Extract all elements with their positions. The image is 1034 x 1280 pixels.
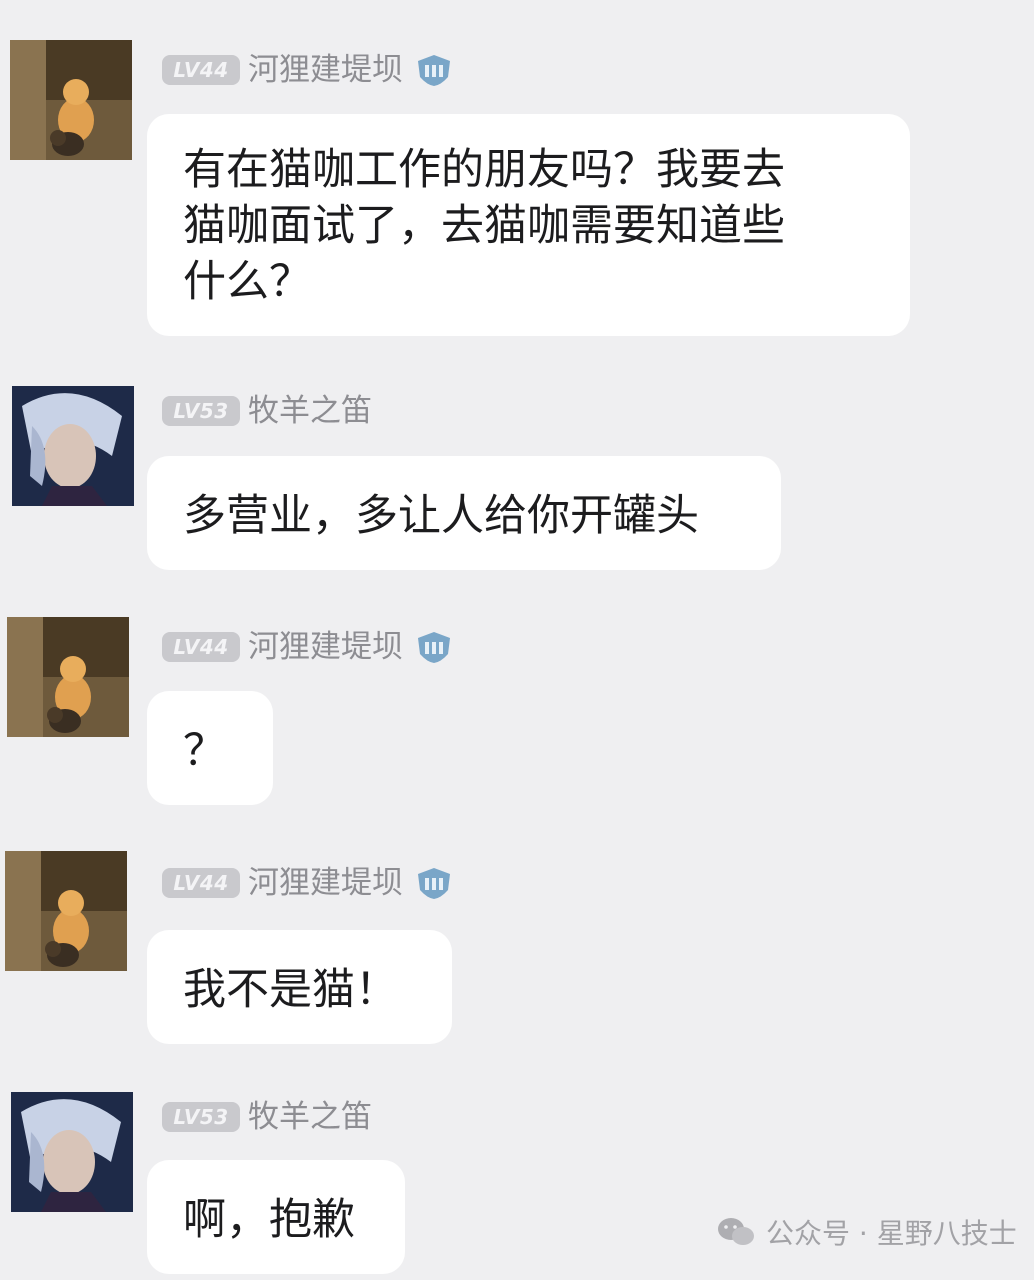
message-bubble: 我不是猫！: [147, 930, 452, 1044]
cat-photo-icon: [5, 851, 127, 971]
shield-badge-icon: [414, 630, 454, 664]
message-bubble: 有在猫咖工作的朋友吗？我要去 猫咖面试了，去猫咖需要知道些 什么？: [147, 114, 910, 336]
message-bubble: ？: [147, 691, 273, 805]
level-badge: LV44: [162, 868, 240, 898]
level-badge: LV44: [162, 55, 240, 85]
username[interactable]: 河狸建堤坝: [248, 863, 403, 903]
message-bubble: 多营业，多让人给你开罐头: [147, 456, 781, 570]
shield-badge-icon: [414, 866, 454, 900]
cat-avatar[interactable]: [10, 40, 132, 160]
username[interactable]: 河狸建堤坝: [248, 627, 403, 667]
watermark-text: 公众号 · 星野八技士: [766, 1217, 1017, 1250]
username[interactable]: 牧羊之笛: [248, 1097, 372, 1137]
username[interactable]: 河狸建堤坝: [248, 50, 403, 90]
level-badge: LV53: [162, 396, 240, 426]
shield-badge-icon: [414, 53, 454, 87]
level-badge: LV44: [162, 632, 240, 662]
level-badge: LV53: [162, 1102, 240, 1132]
anime-character-icon: [11, 1092, 133, 1212]
wechat-icon: [718, 1218, 754, 1245]
message-bubble: 啊，抱歉: [147, 1160, 405, 1274]
watermark: 公众号 · 星野八技士: [716, 1212, 1017, 1252]
cat-avatar[interactable]: [7, 617, 129, 737]
anime-avatar[interactable]: [12, 386, 134, 506]
anime-avatar[interactable]: [11, 1092, 133, 1212]
anime-character-icon: [12, 386, 134, 506]
username[interactable]: 牧羊之笛: [248, 391, 372, 431]
cat-photo-icon: [7, 617, 129, 737]
cat-avatar[interactable]: [5, 851, 127, 971]
cat-photo-icon: [10, 40, 132, 160]
